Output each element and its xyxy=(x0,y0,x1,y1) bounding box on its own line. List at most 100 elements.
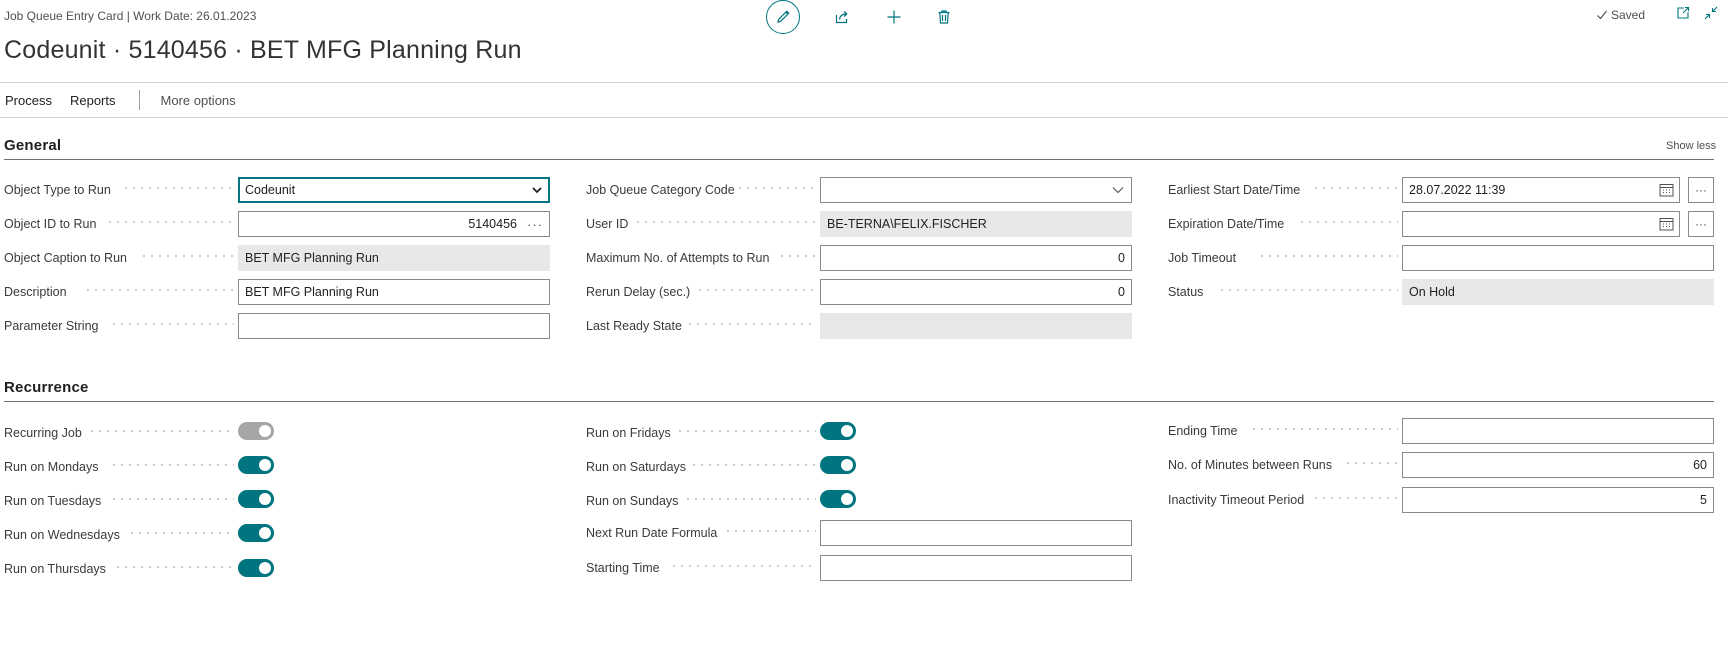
dot-leader xyxy=(140,255,234,257)
share-button[interactable] xyxy=(832,7,852,27)
title-divider xyxy=(0,82,1728,83)
field-label: Expiration Date/Time xyxy=(1168,217,1285,231)
breadcrumb: Job Queue Entry Card | Work Date: 26.01.… xyxy=(4,9,257,23)
description-input[interactable]: BET MFG Planning Run xyxy=(238,279,550,305)
run-on-sundays-toggle[interactable] xyxy=(820,490,856,508)
field-label: Object Type to Run xyxy=(4,183,111,197)
field-label: Last Ready State xyxy=(586,319,682,333)
window-actions xyxy=(1676,6,1718,25)
field-run-on-fridays: Run on Fridays xyxy=(586,420,1132,446)
field-object-id: Object ID to Run 5140456 ··· xyxy=(4,211,550,237)
field-label: Run on Wednesdays xyxy=(4,528,120,542)
field-label: Run on Tuesdays xyxy=(4,494,102,508)
job-queue-category-select[interactable] xyxy=(820,177,1132,203)
calendar-icon[interactable] xyxy=(1659,217,1674,231)
show-less-link[interactable]: Show less xyxy=(1666,140,1716,152)
dot-leader xyxy=(670,565,816,567)
delete-button[interactable] xyxy=(934,7,954,27)
user-id-value: BE-TERNA\FELIX.FISCHER xyxy=(827,217,987,231)
open-new-window-button[interactable] xyxy=(1676,6,1690,25)
dot-leader xyxy=(1250,428,1398,430)
inactivity-timeout-input[interactable]: 5 xyxy=(1402,487,1714,513)
general-section-title[interactable]: General xyxy=(4,137,61,154)
menu-reports[interactable]: Reports xyxy=(65,93,121,108)
field-earliest-start: Earliest Start Date/Time 28.07.2022 11:3… xyxy=(1168,177,1714,203)
chevron-down-icon xyxy=(1112,187,1124,194)
ellipsis-icon[interactable]: ··· xyxy=(527,217,543,232)
expiration-more-button[interactable]: ··· xyxy=(1688,211,1714,237)
field-label: Object ID to Run xyxy=(4,217,97,231)
ending-time-input[interactable] xyxy=(1402,418,1714,444)
field-inactivity-timeout: Inactivity Timeout Period 5 xyxy=(1168,487,1714,513)
recurrence-section-line xyxy=(4,401,1714,402)
field-max-attempts: Maximum No. of Attempts to Run 0 xyxy=(586,245,1132,271)
dot-leader xyxy=(736,187,816,189)
open-new-window-icon xyxy=(1677,6,1690,19)
dot-leader xyxy=(684,498,816,500)
next-run-formula-input[interactable] xyxy=(820,520,1132,546)
object-id-input[interactable]: 5140456 ··· xyxy=(238,211,550,237)
recurrence-section-title[interactable]: Recurrence xyxy=(4,379,89,396)
edit-button[interactable] xyxy=(766,0,800,34)
new-button[interactable] xyxy=(884,7,904,27)
field-run-on-mondays: Run on Mondays xyxy=(4,454,550,480)
minutes-between-runs-value: 60 xyxy=(1693,458,1707,472)
max-attempts-input[interactable]: 0 xyxy=(820,245,1132,271)
run-on-saturdays-toggle[interactable] xyxy=(820,456,856,474)
starting-time-input[interactable] xyxy=(820,555,1132,581)
object-type-select[interactable]: Codeunit xyxy=(238,177,550,203)
dot-leader xyxy=(1298,221,1398,223)
dot-leader xyxy=(110,498,234,500)
ellipsis-icon: ··· xyxy=(1695,183,1707,197)
job-timeout-input[interactable] xyxy=(1402,245,1714,271)
calendar-icon[interactable] xyxy=(1659,183,1674,197)
edit-icon xyxy=(777,10,790,23)
dot-leader xyxy=(1218,289,1398,291)
field-last-ready-state: Last Ready State xyxy=(586,313,1132,339)
menu-divider xyxy=(0,117,1728,118)
field-description: Description BET MFG Planning Run xyxy=(4,279,550,305)
action-menu-bar: Process Reports More options xyxy=(0,83,241,117)
field-run-on-wednesdays: Run on Wednesdays xyxy=(4,522,550,548)
collapse-button[interactable] xyxy=(1704,6,1718,25)
field-label: Starting Time xyxy=(586,561,660,575)
recurring-job-toggle[interactable] xyxy=(238,422,274,440)
dot-leader xyxy=(110,323,234,325)
dot-leader xyxy=(690,464,816,466)
page-title: Codeunit · 5140456 · BET MFG Planning Ru… xyxy=(4,36,522,64)
field-label: Ending Time xyxy=(1168,424,1238,438)
run-on-wednesdays-toggle[interactable] xyxy=(238,524,274,542)
menu-process[interactable]: Process xyxy=(0,93,57,108)
field-label: Run on Fridays xyxy=(586,426,671,440)
run-on-thursdays-toggle[interactable] xyxy=(238,559,274,577)
field-label: User ID xyxy=(586,217,629,231)
saved-status: Saved xyxy=(1596,8,1645,22)
menu-more-options[interactable]: More options xyxy=(158,93,241,108)
field-starting-time: Starting Time xyxy=(586,555,1132,581)
dot-leader xyxy=(724,530,816,532)
run-on-mondays-toggle[interactable] xyxy=(238,456,274,474)
field-parameter-string: Parameter String xyxy=(4,313,550,339)
object-caption-readonly: BET MFG Planning Run xyxy=(238,245,550,271)
check-icon xyxy=(1597,10,1607,20)
run-on-tuesdays-toggle[interactable] xyxy=(238,490,274,508)
user-id-readonly: BE-TERNA\FELIX.FISCHER xyxy=(820,211,1132,237)
minutes-between-runs-input[interactable]: 60 xyxy=(1402,452,1714,478)
field-label: Next Run Date Formula xyxy=(586,526,718,540)
object-id-value: 5140456 xyxy=(468,217,517,231)
field-label: Run on Mondays xyxy=(4,460,99,474)
field-rerun-delay: Rerun Delay (sec.) 0 xyxy=(586,279,1132,305)
expiration-input[interactable] xyxy=(1402,211,1680,237)
status-value: On Hold xyxy=(1409,285,1455,299)
field-job-timeout: Job Timeout xyxy=(1168,245,1714,271)
field-run-on-thursdays: Run on Thursdays xyxy=(4,556,550,582)
earliest-start-input[interactable]: 28.07.2022 11:39 xyxy=(1402,177,1680,203)
dot-leader xyxy=(1344,462,1398,464)
field-status: Status On Hold xyxy=(1168,279,1714,305)
rerun-delay-input[interactable]: 0 xyxy=(820,279,1132,305)
parameter-string-input[interactable] xyxy=(238,313,550,339)
earliest-start-more-button[interactable]: ··· xyxy=(1688,177,1714,203)
field-run-on-tuesdays: Run on Tuesdays xyxy=(4,488,550,514)
top-bar: Job Queue Entry Card | Work Date: 26.01.… xyxy=(0,0,1728,36)
run-on-fridays-toggle[interactable] xyxy=(820,422,856,440)
